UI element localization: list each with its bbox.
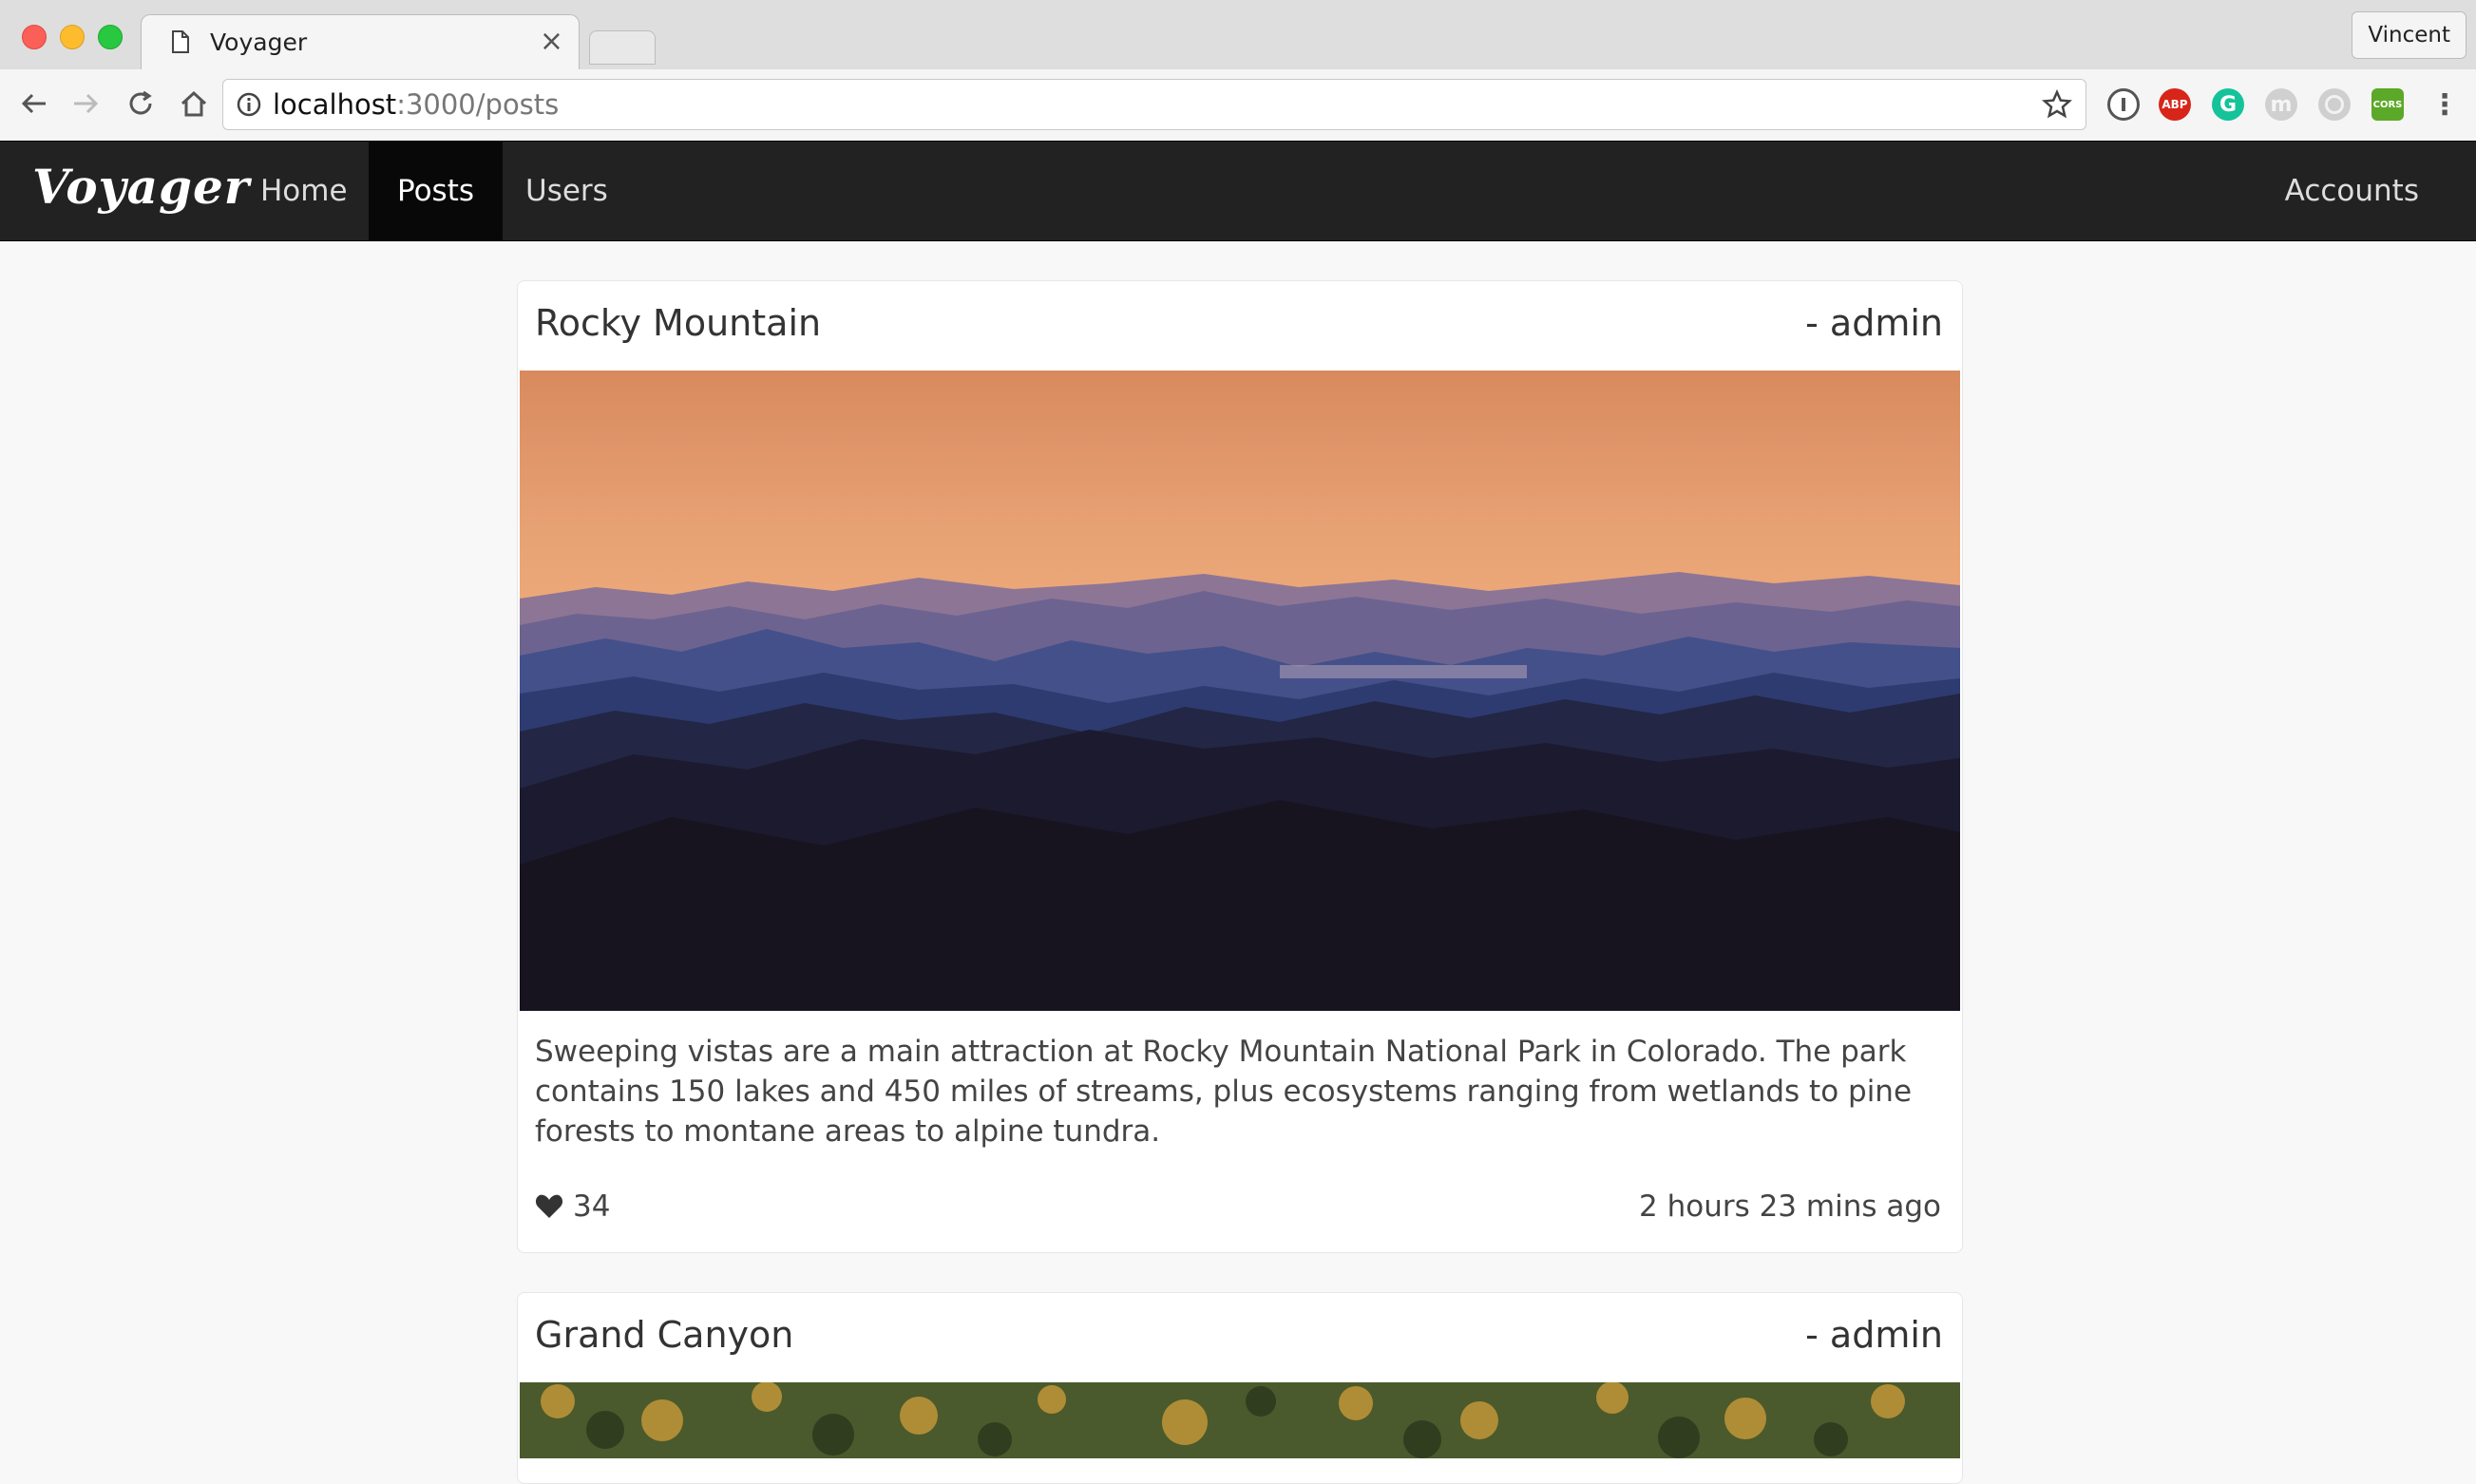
post-image-forest [520,1382,1960,1458]
home-icon [181,90,207,117]
post-title: Rocky Mountain [535,302,822,344]
home-button[interactable] [177,86,211,121]
extension-m-icon[interactable]: m [2265,88,2297,121]
mountain-landscape-image [520,371,1960,1011]
heart-icon [535,1194,563,1218]
extension-cors-icon[interactable]: CORS [2371,88,2404,121]
url-path: :3000/posts [396,88,560,121]
post-timestamp: 2 hours 23 mins ago [1639,1189,1941,1224]
forward-button[interactable] [68,86,103,121]
forward-arrow-icon [74,93,99,114]
post-body: Sweeping vistas are a main attraction at… [535,1035,1913,1149]
info-icon[interactable] [237,92,261,117]
forest-image [520,1382,1960,1458]
reload-icon [129,90,152,115]
browser-tab-bar: Voyager × Vincent [0,0,2476,70]
post-author: - admin [1805,1314,1943,1356]
nav-users[interactable]: Users [497,142,637,240]
close-window-button[interactable] [22,25,47,49]
post-card: Grand Canyon - admin [517,1292,1963,1484]
bookmark-star-icon[interactable] [2042,89,2072,120]
browser-toolbar: localhost:3000/posts ABP G m CORS ⋮ [0,69,2476,142]
post-image-mountains [520,371,1960,1011]
brand-logo[interactable]: Voyager [32,159,250,215]
new-tab-button[interactable] [589,30,656,65]
browser-tab[interactable]: Voyager × [141,14,580,70]
extension-1password-icon[interactable] [2107,88,2140,121]
minimize-window-button[interactable] [60,25,85,49]
nav-posts[interactable]: Posts [369,142,504,240]
extension-adblock-icon[interactable]: ABP [2159,88,2191,121]
extension-grammarly-icon[interactable]: G [2212,88,2244,121]
tab-close-button[interactable]: × [540,25,563,58]
reload-button[interactable] [124,86,158,121]
browser-menu-icon[interactable]: ⋮ [2428,88,2461,122]
like-count: 34 [573,1189,611,1224]
nav-accounts[interactable]: Accounts [2257,142,2447,240]
profile-button[interactable]: Vincent [2352,11,2466,59]
post-title: Grand Canyon [535,1314,794,1356]
url-text[interactable]: localhost:3000/posts [273,88,559,121]
url-host: localhost [273,88,397,121]
post-card: Rocky Mountain - admin Sweeping vistas a… [517,280,1963,1253]
zoom-window-button[interactable] [98,25,123,49]
like-button[interactable]: 34 [535,1189,610,1224]
keyhole-icon [2122,98,2125,111]
nav-home[interactable]: Home [232,142,376,240]
back-arrow-icon [21,93,46,114]
back-button[interactable] [17,86,51,121]
app-navbar: Voyager Home Posts Users Accounts [0,141,2476,241]
page-icon [172,30,189,53]
ring-icon [2325,95,2344,114]
extension-grey-circle-icon[interactable] [2318,88,2351,121]
post-author: - admin [1805,302,1943,344]
address-bar[interactable]: localhost:3000/posts [222,79,2086,130]
tab-title: Voyager [210,29,308,56]
